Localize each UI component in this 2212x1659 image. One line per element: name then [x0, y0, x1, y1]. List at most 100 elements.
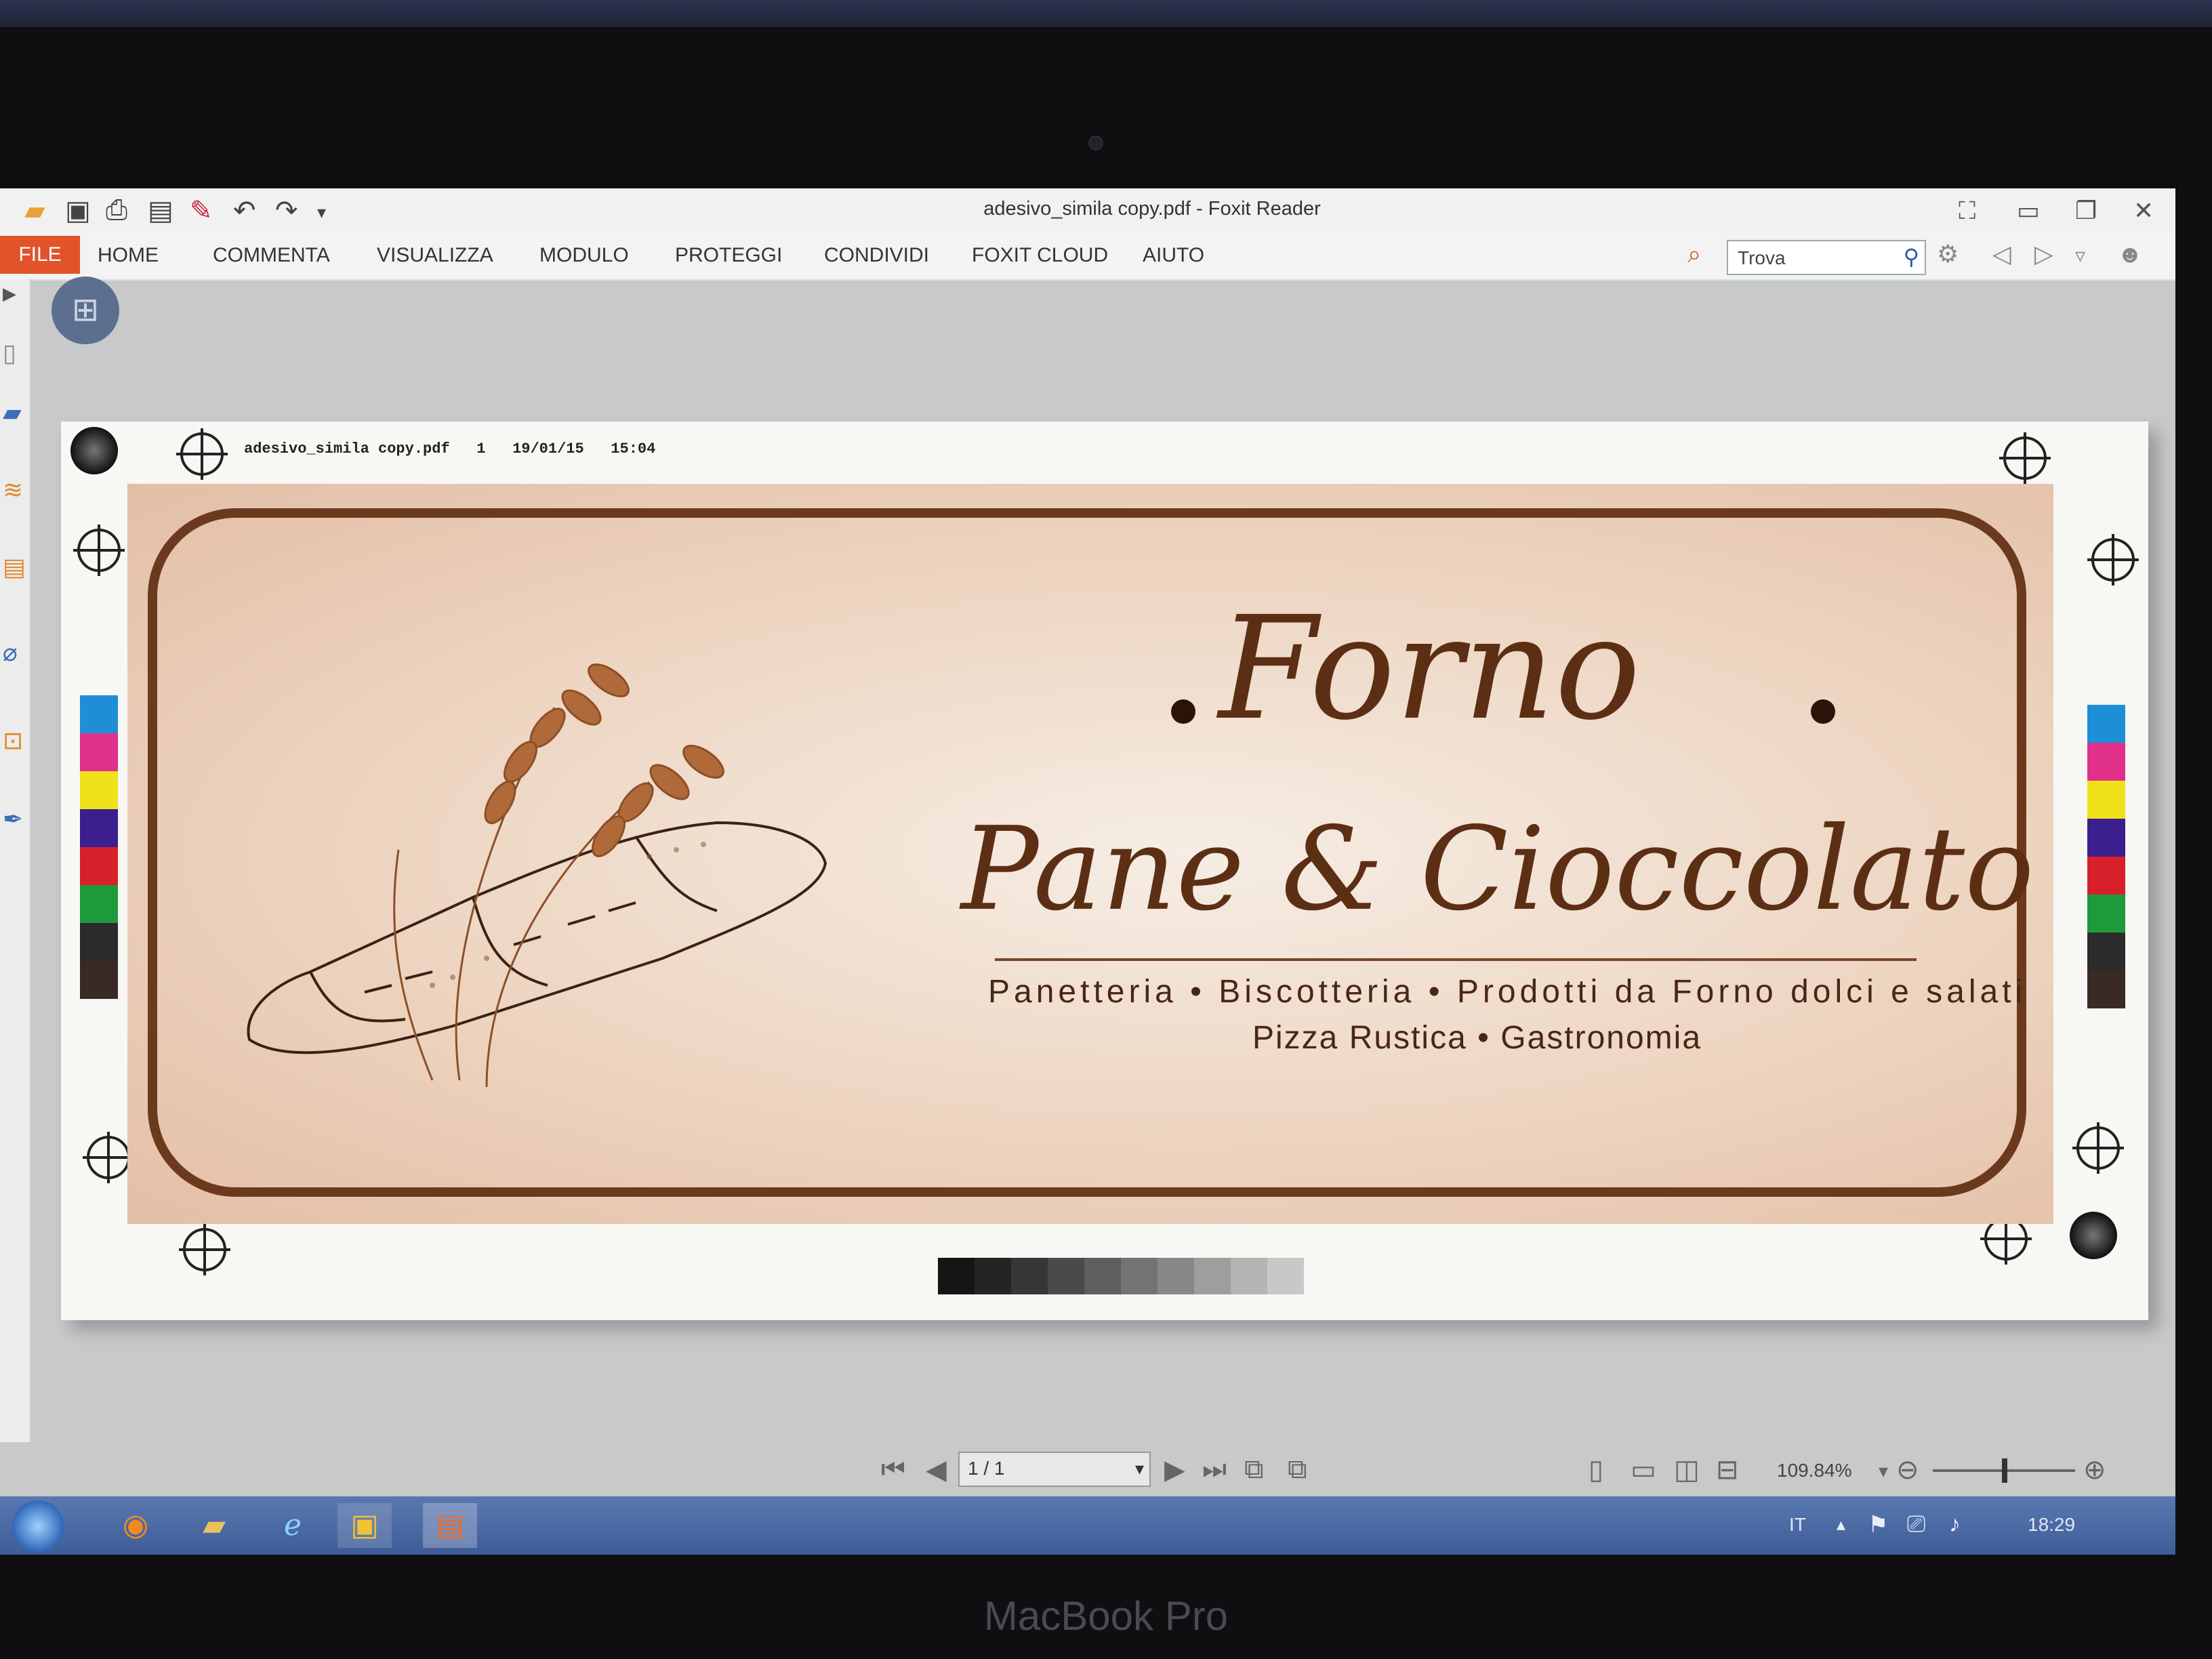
- gray-step: [1084, 1258, 1121, 1294]
- find-icon[interactable]: ⌕: [1687, 240, 1701, 269]
- gear-icon[interactable]: ⚙: [1937, 240, 1959, 268]
- search-icon[interactable]: ⚲: [1904, 244, 1919, 270]
- zoom-level[interactable]: 109.84%: [1777, 1460, 1852, 1481]
- services-line-1: Panetteria • Biscotteria • Prodotti da F…: [988, 974, 2027, 1010]
- sticker-label: Forno Pane & Cioccolato Panetteria • Bis…: [127, 484, 2053, 1224]
- zoom-out-icon[interactable]: ⊖: [1896, 1454, 1919, 1486]
- zoom-in-icon[interactable]: ⊕: [2083, 1454, 2106, 1486]
- print-info: adesivo_simila copy.pdf 1 19/01/15 15:04: [244, 441, 656, 457]
- fullscreen-icon[interactable]: ⛶: [1959, 197, 1975, 226]
- window-title: adesivo_simila copy.pdf - Foxit Reader: [983, 198, 1321, 220]
- restore-button[interactable]: ❐: [2075, 197, 2097, 225]
- gray-step: [1121, 1258, 1158, 1294]
- decorative-dot: [1811, 699, 1835, 724]
- color-swatch: [80, 885, 118, 923]
- comments-icon[interactable]: ▤: [3, 553, 26, 581]
- search-input[interactable]: [1736, 247, 1895, 270]
- single-page-icon[interactable]: ▯: [1589, 1454, 1603, 1486]
- input-language[interactable]: IT: [1789, 1514, 1806, 1536]
- tab-home[interactable]: HOME: [98, 244, 159, 267]
- bread-wheat-illustration: [247, 663, 827, 1088]
- page-selector[interactable]: ▾: [958, 1452, 1151, 1487]
- registration-mark-dark: [70, 427, 118, 474]
- color-swatch: [80, 847, 118, 885]
- stack-icon[interactable]: ≋: [3, 476, 23, 504]
- tab-proteggi[interactable]: PROTEGGI: [675, 244, 782, 267]
- color-bar-left: [80, 695, 118, 999]
- foxit-reader-icon[interactable]: ▤: [423, 1503, 477, 1548]
- previous-page-button[interactable]: ◀: [926, 1454, 947, 1486]
- tab-aiuto[interactable]: AIUTO: [1143, 244, 1204, 267]
- webcam: [1088, 136, 1103, 150]
- flag-icon[interactable]: ⚑: [1868, 1511, 1888, 1538]
- user-icon[interactable]: ☻: [2117, 240, 2143, 268]
- tab-modulo[interactable]: MODULO: [539, 244, 629, 267]
- chevron-down-icon[interactable]: ▾: [1135, 1458, 1144, 1479]
- device-brand: MacBook Pro: [983, 1593, 1229, 1639]
- continuous-facing-icon[interactable]: ⊟: [1716, 1454, 1739, 1486]
- color-swatch: [2087, 781, 2125, 819]
- tab-visualizza[interactable]: VISUALIZZA: [377, 244, 493, 267]
- color-swatch: [80, 923, 118, 961]
- facing-page-icon[interactable]: ◫: [1674, 1454, 1700, 1486]
- gray-step: [975, 1258, 1011, 1294]
- search-field[interactable]: ⚲: [1727, 240, 1926, 275]
- expand-panel-icon[interactable]: ▶: [3, 283, 16, 304]
- signature-icon[interactable]: ✒: [3, 805, 23, 834]
- color-swatch: [2087, 819, 2125, 857]
- registration-mark: [2072, 1122, 2124, 1174]
- registration-mark: [73, 525, 125, 576]
- first-page-button[interactable]: ⏮: [881, 1454, 905, 1485]
- tab-foxit-cloud[interactable]: FOXIT CLOUD: [972, 244, 1108, 267]
- chevron-down-icon[interactable]: ▾: [1879, 1460, 1888, 1482]
- forward-icon[interactable]: ▷: [2034, 240, 2053, 268]
- color-swatch: [80, 695, 118, 733]
- page-input[interactable]: [966, 1457, 1105, 1480]
- registration-mark: [83, 1132, 134, 1183]
- navigation-panel: ▶ ▯ ▰ ≋ ▤ ⌀ ⊡ ✒: [0, 279, 31, 1533]
- registration-mark: [1999, 432, 2051, 484]
- chevron-up-icon[interactable]: ▴: [1837, 1514, 1845, 1535]
- last-page-button[interactable]: ⏭: [1202, 1454, 1227, 1485]
- outlook-icon[interactable]: ▣: [337, 1503, 392, 1548]
- next-page-button[interactable]: ▶: [1164, 1454, 1185, 1486]
- firefox-icon[interactable]: ◉: [108, 1503, 163, 1548]
- screen: ▰ ▣ ⎙ ▤ ✎ ↶ ↷ ▾ adesivo_simila copy.pdf …: [0, 188, 2175, 1555]
- ribbon-menu: FILE HOME COMMENTA VISUALIZZA MODULO PRO…: [0, 230, 2175, 281]
- start-button[interactable]: [12, 1500, 64, 1552]
- close-button[interactable]: ✕: [2133, 197, 2154, 225]
- label-title: Forno: [1218, 586, 1641, 752]
- gray-step: [938, 1258, 975, 1294]
- lock-icon[interactable]: ⊡: [3, 726, 23, 755]
- file-tab[interactable]: FILE: [0, 236, 80, 274]
- thumbnail-view-icon[interactable]: ⊞: [52, 276, 119, 344]
- previous-view-icon[interactable]: ⧉: [1244, 1454, 1264, 1485]
- label-divider: [995, 958, 1917, 961]
- color-swatch: [80, 771, 118, 809]
- services-line-2: Pizza Rustica • Gastronomia: [1252, 1020, 1702, 1056]
- gray-step: [1048, 1258, 1084, 1294]
- zoom-slider-thumb[interactable]: [2002, 1458, 2007, 1483]
- gray-step: [1267, 1258, 1304, 1294]
- tab-condividi[interactable]: CONDIVIDI: [824, 244, 929, 267]
- pages-icon[interactable]: ▯: [3, 339, 16, 367]
- attachment-icon[interactable]: ⌀: [3, 638, 18, 667]
- gray-step: [1011, 1258, 1048, 1294]
- gray-step: [1231, 1258, 1267, 1294]
- clock[interactable]: 18:29: [2028, 1514, 2075, 1536]
- tab-commenta[interactable]: COMMENTA: [213, 244, 330, 267]
- registration-mark: [2087, 534, 2139, 586]
- continuous-page-icon[interactable]: ▭: [1631, 1454, 1656, 1486]
- file-explorer-icon[interactable]: ▰: [187, 1503, 241, 1548]
- internet-explorer-icon[interactable]: ℯ: [266, 1503, 320, 1548]
- layers-icon[interactable]: ▰: [3, 398, 22, 427]
- back-icon[interactable]: ◁: [1992, 240, 2011, 268]
- next-view-icon[interactable]: ⧉: [1288, 1454, 1307, 1485]
- network-icon[interactable]: ⎚: [1907, 1511, 1925, 1538]
- chevron-down-icon[interactable]: ▿: [2075, 244, 2085, 268]
- volume-icon[interactable]: ♪: [1949, 1511, 1961, 1538]
- color-swatch: [80, 809, 118, 847]
- color-bar-right: [2087, 705, 2125, 1008]
- minimize-button[interactable]: ▭: [2017, 197, 2040, 225]
- color-swatch: [2087, 705, 2125, 743]
